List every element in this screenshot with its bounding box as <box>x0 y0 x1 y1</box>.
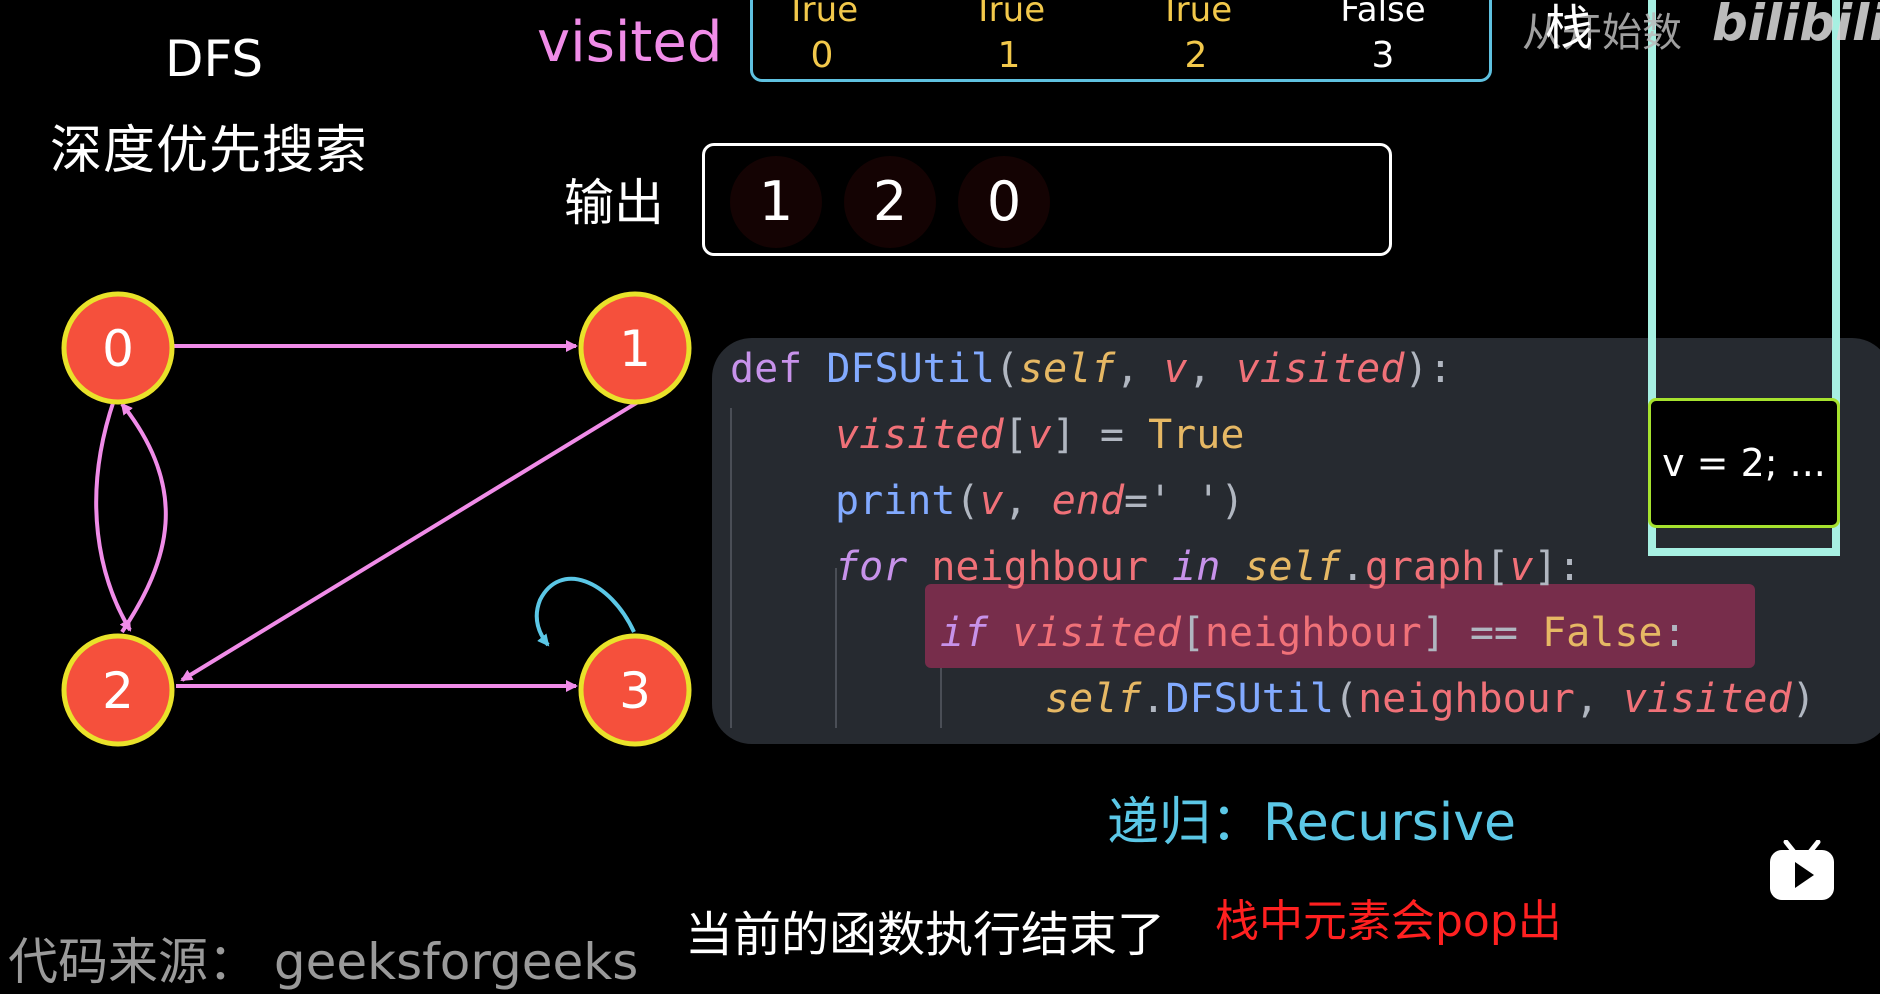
output-box: 1 2 0 <box>702 143 1392 256</box>
visited-cell-0: True 0 <box>762 0 882 76</box>
visited-cell-1: True 1 <box>949 0 1069 76</box>
stack-item: v = 2; ... <box>1648 398 1840 528</box>
visited-cell-3: False 3 <box>1323 0 1443 76</box>
graph-node-1: 1 <box>578 291 692 405</box>
visited-value: True <box>972 0 1046 30</box>
indent-guide <box>940 668 942 728</box>
output-item: 0 <box>958 156 1050 248</box>
indent-guide <box>730 408 732 728</box>
graph-diagram: 0 1 2 3 <box>61 291 692 747</box>
output-item: 1 <box>730 156 822 248</box>
subtitle-white: 当前的函数执行结束了 <box>685 907 1166 963</box>
tv-play-icon[interactable] <box>1768 840 1836 902</box>
recursive-caption: 递归：Recursive <box>1107 793 1517 853</box>
output-label: 输出 <box>564 174 664 232</box>
code-line-5: if visited[neighbour] == False: <box>940 610 1687 656</box>
edge-1-2 <box>180 400 640 682</box>
page-subtitle: 深度优先搜索 <box>50 121 369 181</box>
svg-text:3: 3 <box>619 662 651 720</box>
graph-node-0: 0 <box>61 291 175 405</box>
subtitle-red: 栈中元素会pop出 <box>1215 896 1562 947</box>
edge-3-3 <box>534 576 636 647</box>
code-line-3: print(v, end=' ') <box>835 478 1245 524</box>
indent-guide <box>835 568 837 728</box>
visited-array: True 0 True 1 True 2 False 3 <box>750 0 1492 82</box>
visited-index: 2 <box>1184 35 1208 76</box>
visited-label: visited <box>537 10 723 75</box>
edge-2-0 <box>120 402 168 634</box>
visited-value: False <box>1340 0 1426 30</box>
graph-node-2: 2 <box>61 633 175 747</box>
output-item: 2 <box>844 156 936 248</box>
stack-label: 栈 <box>1545 0 1594 56</box>
svg-text:0: 0 <box>102 320 134 378</box>
code-line-4: for neighbour in self.graph[v]: <box>835 544 1582 590</box>
visited-index: 1 <box>997 35 1021 76</box>
source-credit: 代码来源： geeksforgeeks <box>8 933 639 991</box>
code-line-2: visited[v] = True <box>835 412 1245 458</box>
bilibili-logo: bilibili <box>1712 0 1880 52</box>
visited-value: True <box>785 0 859 30</box>
svg-text:2: 2 <box>102 662 134 720</box>
visited-value: True <box>1159 0 1233 30</box>
code-line-1: def DFSUtil(self, v, visited): <box>730 346 1453 392</box>
visited-index: 3 <box>1371 35 1395 76</box>
page-title: DFS <box>165 30 264 88</box>
code-line-6: self.DFSUtil(neighbour, visited) <box>1045 676 1816 722</box>
visited-cell-2: True 2 <box>1136 0 1256 76</box>
graph-node-3: 3 <box>578 633 692 747</box>
visited-index: 0 <box>810 35 834 76</box>
svg-text:1: 1 <box>619 320 651 378</box>
edge-0-2 <box>94 399 132 632</box>
